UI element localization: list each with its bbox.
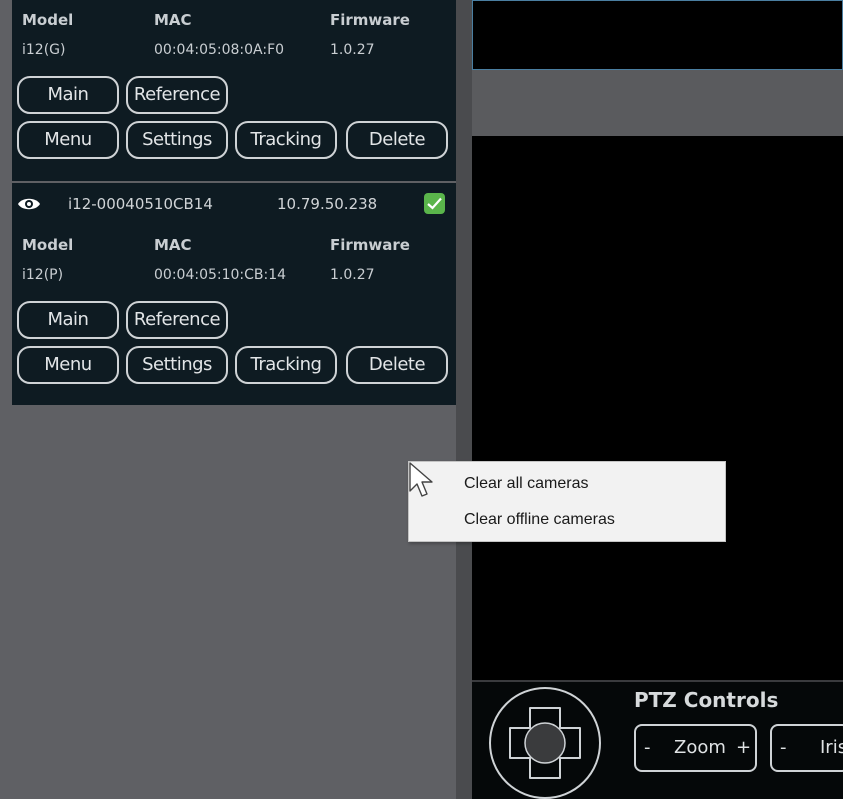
delete-button[interactable]: Delete — [346, 346, 448, 384]
eye-icon[interactable] — [17, 196, 41, 212]
reference-button[interactable]: Reference — [126, 301, 228, 339]
clear-offline-cameras-menu-item[interactable]: Clear offline cameras — [464, 511, 615, 529]
iris-minus-button[interactable]: - — [780, 737, 787, 758]
ptz-title: PTZ Controls — [634, 688, 779, 712]
menu-button[interactable]: Menu — [17, 121, 119, 159]
main-button[interactable]: Main — [17, 301, 119, 339]
panel-divider[interactable] — [456, 0, 472, 799]
mac-value: 00:04:05:10:CB:14 — [154, 267, 287, 283]
firmware-header: Firmware — [330, 236, 410, 254]
camera-ip: 10.79.50.238 — [277, 195, 378, 213]
reference-button[interactable]: Reference — [126, 76, 228, 114]
tracking-button[interactable]: Tracking — [235, 346, 337, 384]
video-view[interactable] — [472, 136, 843, 680]
video-header-bar — [472, 70, 843, 136]
zoom-minus-button[interactable]: - — [644, 737, 651, 758]
video-preview-top[interactable] — [472, 0, 843, 70]
mac-header: MAC — [154, 11, 192, 29]
mac-value: 00:04:05:08:0A:F0 — [154, 42, 285, 58]
tracking-button[interactable]: Tracking — [235, 121, 337, 159]
mac-header: MAC — [154, 236, 192, 254]
camera-list-panel: Model MAC Firmware i12(G) 00:04:05:08:0A… — [0, 0, 456, 799]
iris-label: Iris — [820, 737, 843, 758]
mouse-cursor-icon — [409, 462, 433, 497]
model-value: i12(P) — [22, 267, 64, 283]
delete-button[interactable]: Delete — [346, 121, 448, 159]
camera-name: i12-00040510CB14 — [68, 195, 213, 213]
ptz-controls-panel: PTZ Controls - Zoom + - Iris — [472, 680, 843, 799]
main-button[interactable]: Main — [17, 76, 119, 114]
iris-control[interactable]: - Iris — [770, 724, 843, 772]
firmware-value: 1.0.27 — [330, 42, 375, 58]
model-header: Model — [22, 11, 74, 29]
menu-button[interactable]: Menu — [17, 346, 119, 384]
firmware-header: Firmware — [330, 11, 410, 29]
joystick-control[interactable] — [486, 686, 604, 799]
zoom-plus-button[interactable]: + — [736, 737, 751, 758]
clear-all-cameras-menu-item[interactable]: Clear all cameras — [464, 475, 588, 493]
context-menu: Clear all cameras Clear offline cameras — [408, 461, 726, 542]
firmware-value: 1.0.27 — [330, 267, 375, 283]
settings-button[interactable]: Settings — [126, 121, 228, 159]
online-check-icon[interactable] — [424, 193, 445, 214]
settings-button[interactable]: Settings — [126, 346, 228, 384]
zoom-label: Zoom — [674, 737, 726, 758]
camera-card: i12-00040510CB14 10.79.50.238 Model MAC … — [12, 183, 456, 405]
camera-card: Model MAC Firmware i12(G) 00:04:05:08:0A… — [12, 0, 456, 181]
model-header: Model — [22, 236, 74, 254]
zoom-control[interactable]: - Zoom + — [634, 724, 757, 772]
model-value: i12(G) — [22, 42, 66, 58]
